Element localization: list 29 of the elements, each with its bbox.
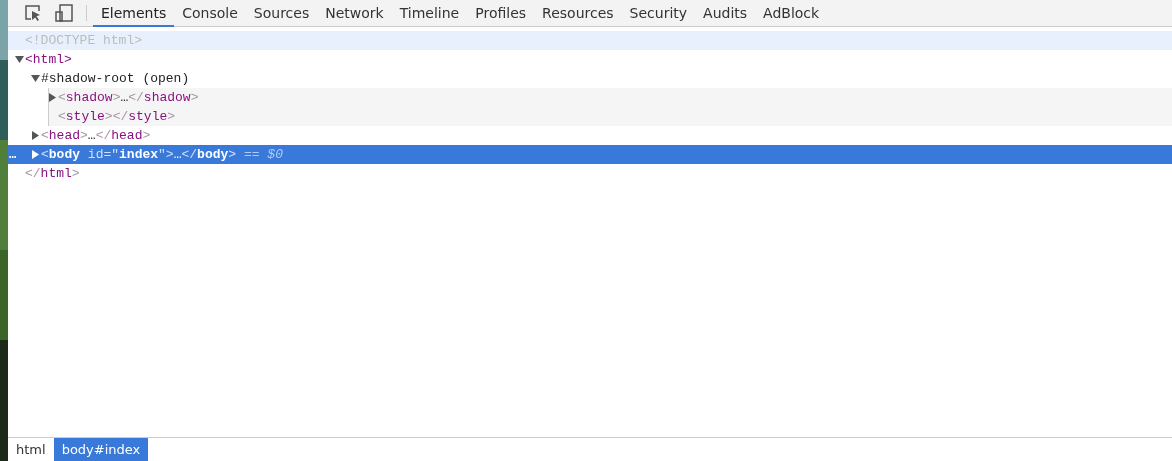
panel-tab[interactable]: AdBlock <box>755 0 828 27</box>
panel-tab[interactable]: Elements <box>93 0 175 27</box>
node-markup: #shadow-root (open) <box>41 71 190 86</box>
breadcrumb[interactable]: html <box>8 438 54 461</box>
node-markup: <shadow>…</shadow> <box>58 90 199 105</box>
panel-tab[interactable]: Sources <box>245 0 318 27</box>
panel-tab[interactable]: Audits <box>695 0 756 27</box>
panel-tab[interactable]: Network <box>317 0 392 27</box>
expand-triangle-icon[interactable] <box>47 93 57 102</box>
panel-tab[interactable]: Resources <box>534 0 622 27</box>
panel-tab[interactable]: Profiles <box>467 0 535 27</box>
selected-row[interactable]: … <body id="index">…</body> == $0 <box>8 145 1172 164</box>
node-markup: </html> <box>25 166 80 181</box>
panel-tab[interactable]: Console <box>174 0 246 27</box>
expand-triangle-icon[interactable] <box>30 131 40 140</box>
inspect-icon[interactable] <box>24 4 42 22</box>
node-markup: <head>…</head> <box>41 128 151 143</box>
breadcrumb[interactable]: body#index <box>53 438 149 461</box>
node-markup: <style></style> <box>58 109 176 124</box>
node-markup: <body id="index">…</body> == $0 <box>41 147 283 162</box>
collapse-triangle-icon[interactable] <box>14 55 24 64</box>
node-markup: <!DOCTYPE html> <box>25 33 143 48</box>
collapse-triangle-icon[interactable] <box>30 74 40 83</box>
panel-tab[interactable]: Timeline <box>391 0 468 27</box>
panel-tab[interactable]: Security <box>621 0 696 27</box>
node-markup: <html> <box>25 52 72 67</box>
expand-triangle-icon[interactable] <box>30 150 40 159</box>
device-icon[interactable] <box>54 3 74 23</box>
row-menu[interactable]: … <box>9 147 17 162</box>
